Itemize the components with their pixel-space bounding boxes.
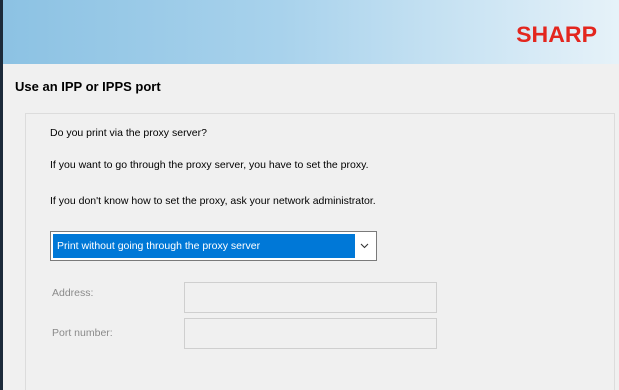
proxy-mode-select[interactable]: Print without going through the proxy se… (50, 231, 377, 261)
proxy-mode-selected-value: Print without going through the proxy se… (53, 234, 355, 258)
address-field[interactable] (184, 282, 437, 313)
chevron-down-icon (360, 243, 369, 249)
proxy-question-text: Do you print via the proxy server? (50, 127, 207, 139)
sharp-logo: SHARP (516, 22, 597, 47)
port-number-label: Port number: (52, 327, 113, 339)
installer-window: SHARP Use an IPP or IPPS port Do you pri… (0, 0, 619, 390)
proxy-info-text: If you want to go through the proxy serv… (50, 159, 369, 171)
page-title: Use an IPP or IPPS port (15, 79, 161, 94)
port-number-field[interactable] (184, 318, 437, 349)
proxy-admin-info-text: If you don't know how to set the proxy, … (50, 195, 376, 207)
address-label: Address: (52, 287, 94, 299)
header-banner: SHARP (3, 0, 619, 64)
